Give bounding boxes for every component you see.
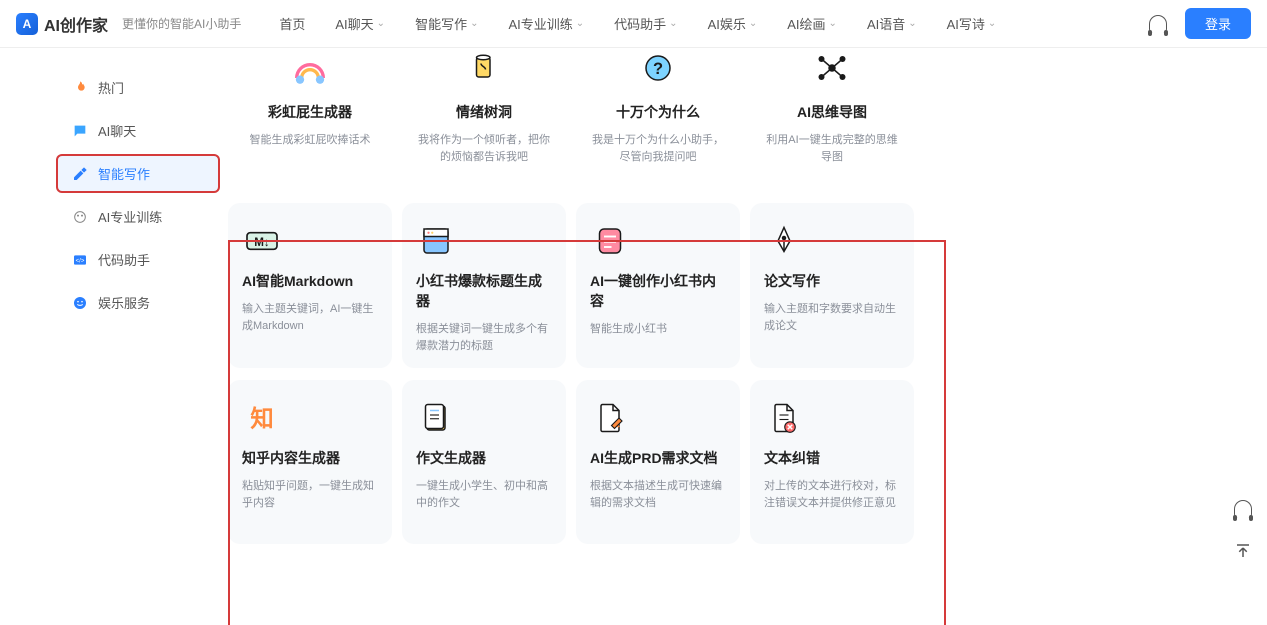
nav-item-7[interactable]: AI语音⌄ [867, 14, 917, 33]
card-title: 文本纠错 [764, 448, 900, 468]
nav-item-0[interactable]: 首页 [279, 14, 305, 33]
card-desc: 粘贴知乎问题，一键生成知乎内容 [242, 478, 378, 511]
card-title: 十万个为什么 [616, 102, 700, 122]
sidebar-item-3[interactable]: AI专业训练 [56, 197, 220, 236]
edit-icon [72, 166, 88, 182]
tool-card[interactable]: AI思维导图 利用AI一键生成完整的思维导图 [750, 48, 914, 179]
card-desc: 输入主题关键词，AI一键生成Markdown [242, 301, 378, 334]
essay-icon [416, 398, 456, 438]
nav-item-3[interactable]: AI专业训练⌄ [508, 14, 584, 33]
smile-icon [72, 295, 88, 311]
tool-card[interactable]: AI一键创作小红书内容 智能生成小红书 [576, 203, 740, 368]
nav-item-5[interactable]: AI娱乐⌄ [708, 14, 758, 33]
nav-item-1[interactable]: AI聊天⌄ [335, 14, 385, 33]
window-icon [416, 221, 456, 261]
logo[interactable]: A AI创作家 [16, 12, 108, 36]
tool-card[interactable]: 知 知乎内容生成器 粘贴知乎问题，一键生成知乎内容 [228, 380, 392, 544]
card-title: 作文生成器 [416, 448, 552, 468]
code-icon: </> [72, 252, 88, 268]
prd-icon [590, 398, 630, 438]
chevron-down-icon: ⌄ [576, 18, 584, 29]
card-desc: 智能生成小红书 [590, 321, 726, 338]
card-desc: 对上传的文本进行校对，标注错误文本并提供修正意见 [764, 478, 900, 511]
chevron-down-icon: ⌄ [988, 18, 996, 29]
tool-card[interactable]: M↓ AI智能Markdown 输入主题关键词，AI一键生成Markdown [228, 203, 392, 368]
card-desc: 输入主题和字数要求自动生成论文 [764, 301, 900, 334]
support-icon[interactable] [1229, 495, 1257, 523]
card-desc: 我将作为一个倾听者，把你的烦恼都告诉我吧 [416, 132, 552, 165]
card-desc: 我是十万个为什么小助手，尽管向我提问吧 [590, 132, 726, 165]
top-nav: 首页 AI聊天⌄ 智能写作⌄ AI专业训练⌄ 代码助手⌄ AI娱乐⌄ AI绘画⌄ AI语音⌄ A… [279, 14, 996, 33]
card-title: 彩虹屁生成器 [268, 102, 352, 122]
back-to-top-icon[interactable] [1229, 537, 1257, 565]
chevron-down-icon: ⌄ [669, 18, 677, 29]
card-title: 知乎内容生成器 [242, 448, 378, 468]
card-desc: 根据文本描述生成可快速编辑的需求文档 [590, 478, 726, 511]
sidebar-item-4[interactable]: </>代码助手 [56, 240, 220, 279]
chevron-down-icon: ⌄ [829, 18, 837, 29]
sidebar-item-5[interactable]: 娱乐服务 [56, 283, 220, 322]
nav-item-6[interactable]: AI绘画⌄ [787, 14, 837, 33]
card-title: 情绪树洞 [456, 102, 512, 122]
svg-text:</>: </> [76, 258, 85, 264]
nav-item-2[interactable]: 智能写作⌄ [415, 14, 478, 33]
question-icon: ? [634, 48, 682, 92]
tool-card[interactable]: 文本纠错 对上传的文本进行校对，标注错误文本并提供修正意见 [750, 380, 914, 544]
pen-icon [764, 221, 804, 261]
chevron-down-icon: ⌄ [749, 18, 757, 29]
header: A AI创作家 更懂你的智能AI小助手 首页 AI聊天⌄ 智能写作⌄ AI专业训练⌄ 代… [0, 0, 1267, 48]
sidebar-item-1[interactable]: AI聊天 [56, 111, 220, 150]
fire-icon [72, 80, 88, 96]
card-desc: 利用AI一键生成完整的思维导图 [764, 132, 900, 165]
card-desc: 智能生成彩虹屁吹捧话术 [250, 132, 371, 149]
card-desc: 一键生成小学生、初中和高中的作文 [416, 478, 552, 511]
tool-card[interactable]: 作文生成器 一键生成小学生、初中和高中的作文 [402, 380, 566, 544]
float-buttons [1229, 495, 1257, 565]
nav-item-4[interactable]: 代码助手⌄ [614, 14, 677, 33]
correct-icon [764, 398, 804, 438]
chevron-down-icon: ⌄ [377, 18, 385, 29]
card-desc: 根据关键词一键生成多个有爆款潜力的标题 [416, 321, 552, 354]
main-content: 彩虹屁生成器 智能生成彩虹屁吹捧话术 情绪树洞 我将作为一个倾听者，把你的烦恼都… [228, 48, 1267, 625]
card-title: 小红书爆款标题生成器 [416, 271, 552, 311]
card-row-1: M↓ AI智能Markdown 输入主题关键词，AI一键生成Markdown 小… [228, 203, 1231, 368]
svg-text:知: 知 [250, 405, 273, 431]
headset-icon[interactable] [1149, 15, 1167, 33]
sidebar-item-0[interactable]: 热门 [56, 68, 220, 107]
card-row-2: 知 知乎内容生成器 粘贴知乎问题，一键生成知乎内容 作文生成器 一键生成小学生、… [228, 380, 1231, 544]
card-title: 论文写作 [764, 271, 900, 291]
tool-card[interactable]: ? 十万个为什么 我是十万个为什么小助手，尽管向我提问吧 [576, 48, 740, 179]
chat-icon [72, 123, 88, 139]
brain-icon [72, 209, 88, 225]
card-title: AI智能Markdown [242, 271, 378, 291]
tool-card[interactable]: AI生成PRD需求文档 根据文本描述生成可快速编辑的需求文档 [576, 380, 740, 544]
svg-text:M↓: M↓ [254, 236, 270, 249]
rainbow-icon [286, 48, 334, 92]
tool-card[interactable]: 情绪树洞 我将作为一个倾听者，把你的烦恼都告诉我吧 [402, 48, 566, 179]
subtitle: 更懂你的智能AI小助手 [122, 15, 241, 32]
note-icon [590, 221, 630, 261]
cup-icon [460, 48, 508, 92]
tool-card[interactable]: 彩虹屁生成器 智能生成彩虹屁吹捧话术 [228, 48, 392, 179]
sidebar-item-2[interactable]: 智能写作 [56, 154, 220, 193]
login-button[interactable]: 登录 [1185, 8, 1251, 39]
mindmap-icon [808, 48, 856, 92]
sidebar: 热门 AI聊天智能写作 AI专业训练 </>代码助手娱乐服务 [48, 48, 228, 625]
logo-icon: A [16, 13, 38, 35]
svg-text:?: ? [653, 60, 663, 78]
chevron-down-icon: ⌄ [470, 18, 478, 29]
logo-text: AI创作家 [44, 12, 108, 36]
card-title: AI生成PRD需求文档 [590, 448, 726, 468]
nav-item-8[interactable]: AI写诗⌄ [947, 14, 997, 33]
markdown-icon: M↓ [242, 221, 282, 261]
card-title: AI思维导图 [797, 102, 867, 122]
card-title: AI一键创作小红书内容 [590, 271, 726, 311]
tool-card[interactable]: 论文写作 输入主题和字数要求自动生成论文 [750, 203, 914, 368]
card-row-0: 彩虹屁生成器 智能生成彩虹屁吹捧话术 情绪树洞 我将作为一个倾听者，把你的烦恼都… [228, 48, 1231, 179]
chevron-down-icon: ⌄ [908, 18, 916, 29]
zhi-icon: 知 [242, 398, 282, 438]
tool-card[interactable]: 小红书爆款标题生成器 根据关键词一键生成多个有爆款潜力的标题 [402, 203, 566, 368]
